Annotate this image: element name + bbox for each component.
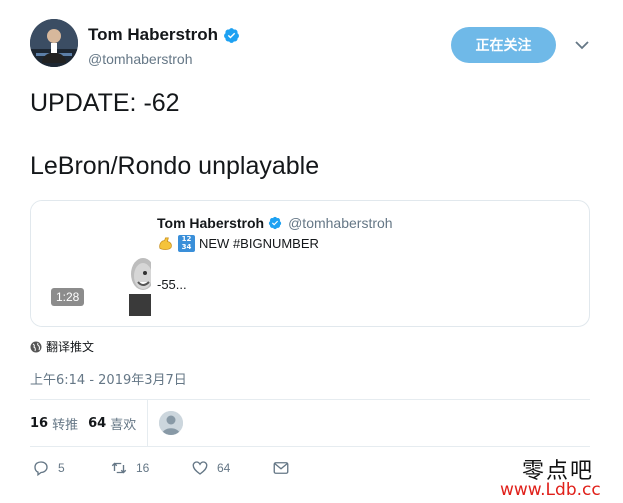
retweets-count[interactable]: 16 bbox=[30, 416, 48, 431]
retweets-label[interactable]: 转推 bbox=[52, 414, 78, 433]
tweet-header: Tom Haberstroh @tomhaberstroh 正在关注 bbox=[30, 19, 595, 71]
verified-badge-icon bbox=[224, 27, 239, 43]
flexed-biceps-icon bbox=[159, 237, 172, 250]
input-numbers-icon: 12 34 bbox=[178, 235, 195, 252]
quoted-author-row: Tom Haberstroh @tomhaberstroh bbox=[157, 215, 393, 231]
retweet-button[interactable]: 16 bbox=[110, 459, 149, 477]
heart-icon bbox=[192, 461, 208, 475]
tweet-stats: 16 转推 64 喜欢 bbox=[30, 400, 146, 446]
quoted-tweet-text: 12 34 NEW #BIGNUMBER bbox=[157, 235, 319, 252]
reply-icon bbox=[34, 461, 48, 477]
likes-count[interactable]: 64 bbox=[88, 416, 106, 431]
person-face-image bbox=[129, 258, 151, 316]
retweet-count: 16 bbox=[136, 461, 150, 475]
reply-button[interactable]: 5 bbox=[32, 459, 65, 477]
watermark-url: www.Ldb.cc bbox=[500, 480, 601, 500]
quoted-author-handle: @tomhaberstroh bbox=[288, 215, 393, 231]
tweet-text-line-1: UPDATE: -62 bbox=[30, 89, 180, 117]
globe-icon bbox=[30, 341, 42, 352]
quoted-tweet-text-content: NEW #BIGNUMBER bbox=[199, 236, 319, 251]
envelope-icon bbox=[273, 462, 289, 474]
divider bbox=[30, 446, 590, 447]
quoted-video-thumbnail[interactable]: 1:28 bbox=[31, 201, 151, 326]
author-avatar[interactable] bbox=[30, 19, 78, 67]
author-name-row: Tom Haberstroh bbox=[88, 25, 240, 45]
quoted-author-name: Tom Haberstroh bbox=[157, 215, 265, 231]
translate-tweet-link[interactable]: 翻译推文 bbox=[30, 338, 94, 355]
like-button[interactable]: 64 bbox=[191, 459, 230, 477]
quoted-tweet-card[interactable]: 1:28 Tom Haberstroh @tomhaberstroh 12 34 … bbox=[30, 200, 590, 327]
watermark: 零点吧 www.Ldb.cc bbox=[500, 453, 618, 501]
direct-message-button[interactable] bbox=[272, 459, 290, 477]
reply-count: 5 bbox=[58, 461, 65, 475]
tweet-text-line-2: LeBron/Rondo unplayable bbox=[30, 152, 320, 180]
tweet-timestamp[interactable]: 上午6:14 - 2019年3月7日 bbox=[30, 369, 187, 388]
retweet-icon bbox=[111, 462, 127, 474]
following-button[interactable]: 正在关注 bbox=[451, 27, 556, 63]
video-duration-badge: 1:28 bbox=[51, 288, 85, 306]
liker-avatar[interactable] bbox=[159, 411, 183, 435]
author-display-name[interactable]: Tom Haberstroh bbox=[88, 25, 218, 45]
verified-badge-icon bbox=[268, 216, 282, 230]
likes-label[interactable]: 喜欢 bbox=[110, 414, 136, 433]
chevron-down-icon[interactable] bbox=[574, 37, 590, 53]
translate-label[interactable]: 翻译推文 bbox=[46, 338, 94, 355]
author-handle[interactable]: @tomhaberstroh bbox=[88, 51, 192, 67]
stats-separator bbox=[147, 400, 148, 446]
like-count: 64 bbox=[217, 461, 231, 475]
quoted-tweet-text-2: -55... bbox=[157, 277, 187, 292]
